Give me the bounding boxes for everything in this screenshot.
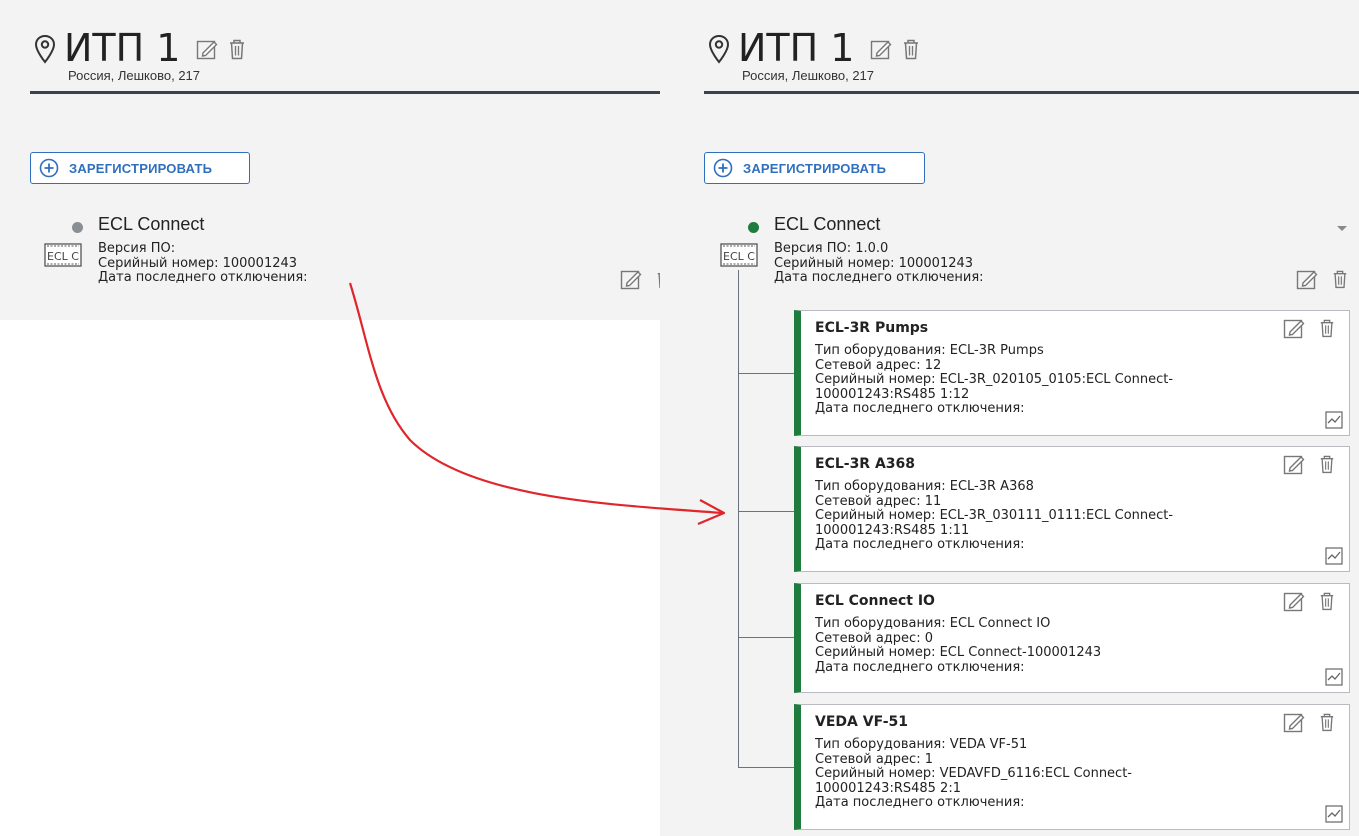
chart-icon[interactable] <box>1325 411 1343 429</box>
add-circle-icon <box>39 158 59 178</box>
device-name: ECL Connect <box>98 214 205 234</box>
child-device-name: VEDA VF-51 <box>815 714 908 730</box>
location-pin-icon <box>34 34 56 64</box>
page-title: ИТП 1 <box>64 26 181 70</box>
address-text: Россия, Лешково, 217 <box>742 68 875 83</box>
edit-icon[interactable] <box>1283 590 1305 612</box>
status-dot-online <box>748 222 759 233</box>
child-device-name: ECL-3R A368 <box>815 456 916 472</box>
firmware-version: Версия ПО: 1.0.0 <box>774 241 889 256</box>
right-panel: ИТП 1 Россия, Лешково, 217 ЗАРЕГИСТРИРОВ… <box>660 0 1359 836</box>
edit-icon[interactable] <box>620 268 642 290</box>
trash-icon[interactable] <box>1319 453 1335 475</box>
child-device-info: Тип оборудования: ECL Connect IO Сетевой… <box>815 616 1102 675</box>
svg-text:ECL C: ECL C <box>47 250 79 263</box>
tree-branch <box>738 767 794 768</box>
trash-icon[interactable] <box>902 38 920 60</box>
tree-branch <box>738 637 794 638</box>
ecl-connect-icon: ECL C <box>720 243 758 267</box>
header-divider <box>30 91 692 94</box>
firmware-version: Версия ПО: <box>98 241 176 256</box>
last-disconnect: Дата последнего отключения: <box>774 270 984 285</box>
edit-icon[interactable] <box>1283 711 1305 733</box>
child-device-info: Тип оборудования: ECL-3R Pumps Сетевой а… <box>815 343 1174 416</box>
edit-icon[interactable] <box>1283 453 1305 475</box>
edit-icon[interactable] <box>1283 317 1305 339</box>
device-info: Версия ПО: Серийный номер: 100001243 Дат… <box>98 241 308 286</box>
location-pin-icon <box>708 34 730 64</box>
chart-icon[interactable] <box>1325 547 1343 565</box>
chevron-down-icon[interactable] <box>1336 225 1348 233</box>
device-name: ECL Connect <box>774 214 881 234</box>
trash-icon[interactable] <box>1332 268 1348 290</box>
child-device-name: ECL Connect IO <box>815 593 935 609</box>
trash-icon[interactable] <box>1319 590 1335 612</box>
header-divider <box>704 91 1359 94</box>
register-button-label: ЗАРЕГИСТРИРОВАТЬ <box>743 160 887 176</box>
trash-icon[interactable] <box>1319 317 1335 339</box>
register-button[interactable]: ЗАРЕГИСТРИРОВАТЬ <box>704 152 925 184</box>
child-device-name: ECL-3R Pumps <box>815 320 929 336</box>
child-device-card[interactable]: VEDA VF-51 Тип оборудования: VEDA VF-51 … <box>794 704 1350 830</box>
left-panel: ИТП 1 Россия, Лешково, 217 ЗАРЕГИСТРИРОВ… <box>0 0 692 320</box>
svg-text:ECL C: ECL C <box>723 250 755 263</box>
chart-icon[interactable] <box>1325 805 1343 823</box>
ecl-connect-icon: ECL C <box>44 243 82 267</box>
edit-icon[interactable] <box>870 38 892 60</box>
child-device-card[interactable]: ECL Connect IO Тип оборудования: ECL Con… <box>794 583 1350 693</box>
serial-number: Серийный номер: 100001243 <box>98 255 298 271</box>
address-text: Россия, Лешково, 217 <box>68 68 201 83</box>
tree-branch <box>738 373 794 374</box>
device-info: Версия ПО: 1.0.0 Серийный номер: 1000012… <box>774 241 984 286</box>
child-device-info: Тип оборудования: VEDA VF-51 Сетевой адр… <box>815 737 1132 810</box>
edit-icon[interactable] <box>1296 268 1318 290</box>
child-device-card[interactable]: ECL-3R Pumps Тип оборудования: ECL-3R Pu… <box>794 310 1350 436</box>
trash-icon[interactable] <box>1319 711 1335 733</box>
tree-connector <box>738 270 739 768</box>
tree-branch <box>738 511 794 512</box>
serial-number: Серийный номер: 100001243 <box>774 255 974 271</box>
last-disconnect: Дата последнего отключения: <box>98 270 308 285</box>
add-circle-icon <box>713 158 733 178</box>
child-device-info: Тип оборудования: ECL-3R A368 Сетевой ад… <box>815 479 1174 552</box>
register-button-label: ЗАРЕГИСТРИРОВАТЬ <box>69 160 213 176</box>
edit-icon[interactable] <box>196 38 218 60</box>
trash-icon[interactable] <box>228 38 246 60</box>
page-title: ИТП 1 <box>738 26 855 70</box>
register-button[interactable]: ЗАРЕГИСТРИРОВАТЬ <box>30 152 250 184</box>
status-dot-offline <box>72 222 83 233</box>
chart-icon[interactable] <box>1325 668 1343 686</box>
child-device-card[interactable]: ECL-3R A368 Тип оборудования: ECL-3R A36… <box>794 446 1350 572</box>
